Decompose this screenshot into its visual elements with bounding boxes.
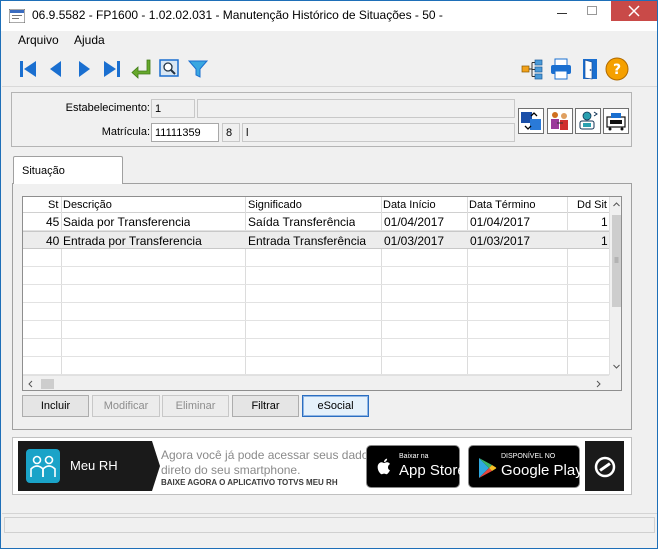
menu-ajuda[interactable]: Ajuda <box>74 33 105 47</box>
cell-st: 45 <box>46 215 60 229</box>
hierarchy-icon[interactable] <box>520 57 544 81</box>
incluir-button[interactable]: Incluir <box>22 395 89 417</box>
cell-descricao: Entrada por Transferencia <box>63 234 202 248</box>
table-row-empty[interactable] <box>23 285 609 303</box>
exit-door-icon[interactable] <box>578 57 602 81</box>
meurh-banner[interactable]: Meu RH Agora você já pode acessar seus d… <box>18 441 624 491</box>
table-row-empty[interactable] <box>23 321 609 339</box>
google-play-icon <box>479 458 497 478</box>
google-play-badge[interactable]: DISPONÍVEL NO Google Play <box>468 445 583 488</box>
cell-data-termino: 01/04/2017 <box>470 215 531 229</box>
status-segment <box>4 517 655 533</box>
table-row-empty[interactable] <box>23 249 609 267</box>
banner-arrow <box>152 441 160 491</box>
previous-record-icon[interactable] <box>44 57 68 81</box>
totvs-logo-block <box>585 441 624 491</box>
totvs-logo-icon <box>594 456 616 478</box>
first-record-icon[interactable] <box>16 57 40 81</box>
meurh-logo-icon <box>26 449 60 483</box>
col-header-data-termino[interactable]: Data Término <box>469 199 535 211</box>
tab-situacao-label: Situação <box>22 165 65 177</box>
promo-banner-frame: Meu RH Agora você já pode acessar seus d… <box>12 437 632 495</box>
print-icon[interactable] <box>549 57 573 81</box>
status-bar <box>2 513 657 535</box>
cell-significado: Entrada Transferência <box>248 234 367 248</box>
last-record-icon[interactable] <box>100 57 124 81</box>
horizontal-scrollbar[interactable] <box>23 375 609 390</box>
situacoes-grid: St Descrição Significado Data Início Dat… <box>22 196 622 391</box>
header-form-panel: Estabelecimento: 1 Matrícula: 11111359 8… <box>11 92 632 147</box>
col-header-st[interactable]: St <box>48 199 58 211</box>
banner-text-line3: BAIXE AGORA O APLICATIVO TOTVS MEU RH <box>161 478 338 487</box>
meurh-logo-block: Meu RH <box>18 441 152 491</box>
toolbar: ? <box>2 51 657 87</box>
apple-icon <box>377 458 390 475</box>
cell-st: 40 <box>46 234 60 248</box>
table-row-empty[interactable] <box>23 357 609 375</box>
minimize-button[interactable] <box>547 1 577 21</box>
cell-significado: Saída Transferência <box>248 215 356 229</box>
google-play-big-text: Google Play <box>501 462 583 479</box>
app-icon <box>8 8 26 24</box>
svg-text:?: ? <box>613 62 621 78</box>
table-row[interactable]: 40 Entrada por Transferencia Entrada Tra… <box>23 231 609 249</box>
app-store-badge[interactable]: Baixar na App Store <box>366 445 466 488</box>
matricula-label: Matrícula: <box>101 126 150 138</box>
cell-data-inicio: 01/03/2017 <box>384 234 445 248</box>
app-store-big-text: App Store <box>399 462 466 479</box>
col-header-dd-sit[interactable]: Dd Sit <box>577 199 607 211</box>
cell-descricao: Saida por Transferencia <box>63 215 191 229</box>
matricula-digit-field: 8 <box>222 123 240 142</box>
maximize-button[interactable] <box>577 1 607 21</box>
google-play-small-text: DISPONÍVEL NO <box>501 453 556 460</box>
modificar-button[interactable]: Modificar <box>92 395 160 417</box>
col-header-descricao[interactable]: Descrição <box>63 199 112 211</box>
estabelecimento-code-field: 1 <box>151 99 195 118</box>
people-group-icon[interactable] <box>547 108 573 134</box>
banner-text-line2: direto do seu smartphone. <box>161 463 301 477</box>
close-button[interactable] <box>611 1 657 21</box>
goto-record-icon[interactable] <box>129 57 153 81</box>
estabelecimento-label: Estabelecimento: <box>65 102 150 114</box>
app-store-small-text: Baixar na <box>399 453 429 460</box>
application-window: 06.9.5582 - FP1600 - 1.02.02.031 - Manut… <box>0 0 658 549</box>
card-printer-icon[interactable] <box>603 108 629 134</box>
transfer-icon[interactable] <box>518 108 544 134</box>
esocial-button[interactable]: eSocial <box>302 395 369 417</box>
grid-header: St Descrição Significado Data Início Dat… <box>23 197 609 213</box>
user-monitor-icon[interactable] <box>575 108 601 134</box>
menu-arquivo[interactable]: Arquivo <box>18 33 59 47</box>
eliminar-button[interactable]: Eliminar <box>162 395 229 417</box>
matricula-name-field: l <box>242 123 515 142</box>
vertical-scrollbar[interactable] <box>609 197 621 375</box>
table-row-empty[interactable] <box>23 339 609 357</box>
scrollbar-corner <box>609 375 621 390</box>
window-title: 06.9.5582 - FP1600 - 1.02.02.031 - Manut… <box>32 8 443 22</box>
help-icon[interactable]: ? <box>605 57 629 81</box>
cell-data-inicio: 01/04/2017 <box>384 215 445 229</box>
filter-icon[interactable] <box>186 57 210 81</box>
cell-data-termino: 01/03/2017 <box>470 234 531 248</box>
filtrar-button[interactable]: Filtrar <box>232 395 299 417</box>
cell-dd-sit: 1 <box>601 234 608 248</box>
meurh-app-name: Meu RH <box>70 458 118 473</box>
col-header-data-inicio[interactable]: Data Início <box>383 199 436 211</box>
menu-bar: Arquivo Ajuda <box>2 31 657 51</box>
search-icon[interactable] <box>157 57 181 81</box>
tab-situacao[interactable]: Situação <box>13 156 123 184</box>
banner-text-line1: Agora você já pode acessar seus dados <box>161 448 375 462</box>
cell-dd-sit: 1 <box>601 215 608 229</box>
estabelecimento-name-field <box>197 99 515 118</box>
col-header-significado[interactable]: Significado <box>248 199 302 211</box>
table-row[interactable]: 45 Saida por Transferencia Saída Transfe… <box>23 213 609 231</box>
next-record-icon[interactable] <box>72 57 96 81</box>
table-row-empty[interactable] <box>23 303 609 321</box>
title-bar: 06.9.5582 - FP1600 - 1.02.02.031 - Manut… <box>1 1 657 31</box>
matricula-field[interactable]: 11111359 <box>151 123 219 142</box>
table-row-empty[interactable] <box>23 267 609 285</box>
